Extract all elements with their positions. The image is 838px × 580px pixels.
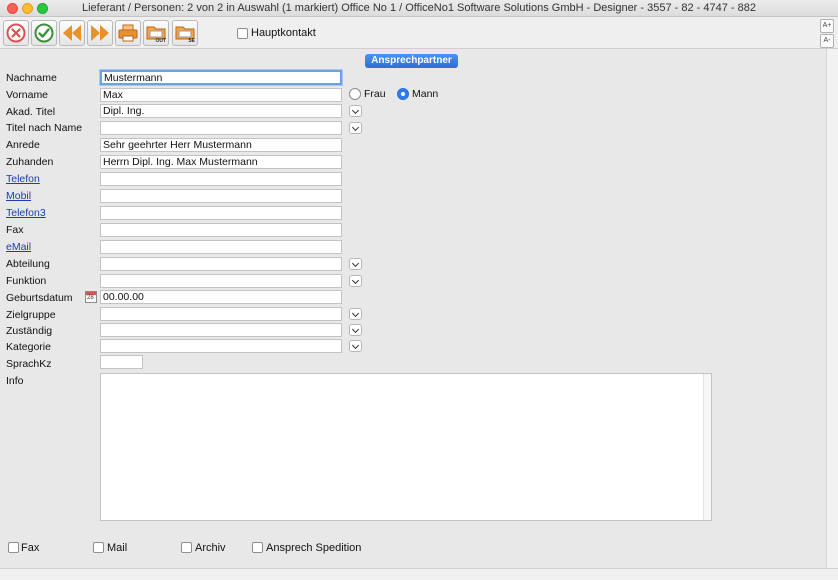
next-record-button[interactable]	[87, 20, 113, 46]
confirm-button[interactable]	[31, 20, 57, 46]
export-se-button[interactable]: SE	[172, 20, 198, 46]
fax-check-label: Fax	[21, 542, 40, 554]
vorname-label: Vorname	[6, 89, 49, 101]
previous-record-button[interactable]	[59, 20, 85, 46]
zustaendig-dropdown-button[interactable]	[349, 324, 362, 336]
next-icon	[91, 25, 109, 41]
telefon-link[interactable]: Telefon	[6, 173, 40, 185]
nachname-field[interactable]: Mustermann	[99, 69, 343, 86]
ansprech-spedition-checkbox[interactable]	[252, 542, 263, 553]
abteilung-label: Abteilung	[6, 258, 50, 270]
zuhanden-field[interactable]: Herrn Dipl. Ing. Max Mustermann	[100, 155, 342, 169]
window-titlebar: Lieferant / Personen: 2 von 2 in Auswahl…	[0, 0, 838, 17]
akad-titel-field[interactable]: Dipl. Ing.	[100, 104, 342, 118]
window-title: Lieferant / Personen: 2 von 2 in Auswahl…	[82, 2, 756, 14]
info-textarea[interactable]	[100, 373, 712, 521]
mobil-link[interactable]: Mobil	[6, 190, 31, 202]
frau-radio[interactable]	[349, 88, 361, 100]
fax-label: Fax	[6, 224, 24, 236]
print-icon	[118, 24, 138, 42]
ansprech-spedition-check-label: Ansprech Spedition	[266, 542, 362, 554]
akad-titel-dropdown-button[interactable]	[349, 105, 362, 117]
right-scroll-strip[interactable]	[826, 49, 838, 568]
mann-label: Mann	[412, 88, 439, 100]
calendar-icon[interactable]: 28	[85, 291, 97, 303]
titel-nach-name-dropdown-button[interactable]	[349, 122, 362, 134]
fax-field[interactable]	[100, 223, 342, 237]
hauptkontakt-checkbox[interactable]	[237, 28, 248, 39]
geburtsdatum-field[interactable]: 00.00.00	[100, 290, 342, 304]
cancel-button[interactable]	[3, 20, 29, 46]
info-label: Info	[6, 375, 24, 387]
telefon-field[interactable]	[100, 172, 342, 186]
font-decrease-button[interactable]: A-	[820, 34, 834, 48]
sprachkz-field[interactable]	[100, 355, 143, 369]
kategorie-label: Kategorie	[6, 341, 51, 353]
telefon3-field[interactable]	[100, 206, 342, 220]
mail-check-label: Mail	[107, 542, 128, 554]
zielgruppe-field[interactable]	[100, 307, 342, 321]
kategorie-field[interactable]	[100, 339, 342, 353]
funktion-dropdown-button[interactable]	[349, 275, 362, 287]
titel-nach-name-label: Titel nach Name	[6, 122, 83, 134]
geburtsdatum-label: Geburtsdatum	[6, 292, 73, 304]
funktion-field[interactable]	[100, 274, 342, 288]
vorname-field[interactable]: Max	[100, 88, 342, 102]
toolbar: OUT SE Hauptkontakt A+ A-	[0, 17, 838, 49]
export-se-badge: SE	[188, 38, 195, 44]
zielgruppe-dropdown-button[interactable]	[349, 308, 362, 320]
mobil-field[interactable]	[100, 189, 342, 203]
info-scrollbar[interactable]	[703, 374, 711, 520]
funktion-label: Funktion	[6, 275, 47, 287]
bottom-status-bar	[0, 568, 838, 580]
mann-radio[interactable]	[397, 88, 409, 100]
font-increase-button[interactable]: A+	[820, 19, 834, 33]
frau-label: Frau	[364, 88, 386, 100]
zustaendig-label: Zuständig	[6, 325, 53, 337]
kategorie-dropdown-button[interactable]	[349, 340, 362, 352]
hauptkontakt-label: Hauptkontakt	[251, 27, 316, 39]
print-button[interactable]	[115, 20, 141, 46]
zielgruppe-label: Zielgruppe	[6, 309, 56, 321]
cancel-icon	[6, 23, 26, 43]
zuhanden-label: Zuhanden	[6, 156, 54, 168]
anrede-label: Anrede	[6, 139, 40, 151]
fax-checkbox[interactable]	[8, 542, 19, 553]
previous-icon	[63, 25, 81, 41]
mail-checkbox[interactable]	[93, 542, 104, 553]
zustaendig-field[interactable]	[100, 323, 342, 337]
archiv-check-label: Archiv	[195, 542, 226, 554]
anrede-field[interactable]: Sehr geehrter Herr Mustermann	[100, 138, 342, 152]
abteilung-field[interactable]	[100, 257, 342, 271]
nachname-label: Nachname	[6, 72, 57, 84]
abteilung-dropdown-button[interactable]	[349, 258, 362, 270]
akad-titel-label: Akad. Titel	[6, 106, 56, 118]
export-out-button[interactable]: OUT	[143, 20, 169, 46]
confirm-icon	[34, 23, 54, 43]
telefon3-link[interactable]: Telefon3	[6, 207, 46, 219]
archiv-checkbox[interactable]	[181, 542, 192, 553]
section-header-ansprechpartner[interactable]: Ansprechpartner	[365, 54, 458, 68]
sprachkz-label: SprachKz	[6, 358, 52, 370]
calendar-icon-text: 28	[87, 295, 94, 301]
titel-nach-name-field[interactable]	[100, 121, 342, 135]
email-field[interactable]	[100, 240, 342, 254]
export-out-badge: OUT	[155, 38, 166, 44]
email-link[interactable]: eMail	[6, 241, 31, 253]
